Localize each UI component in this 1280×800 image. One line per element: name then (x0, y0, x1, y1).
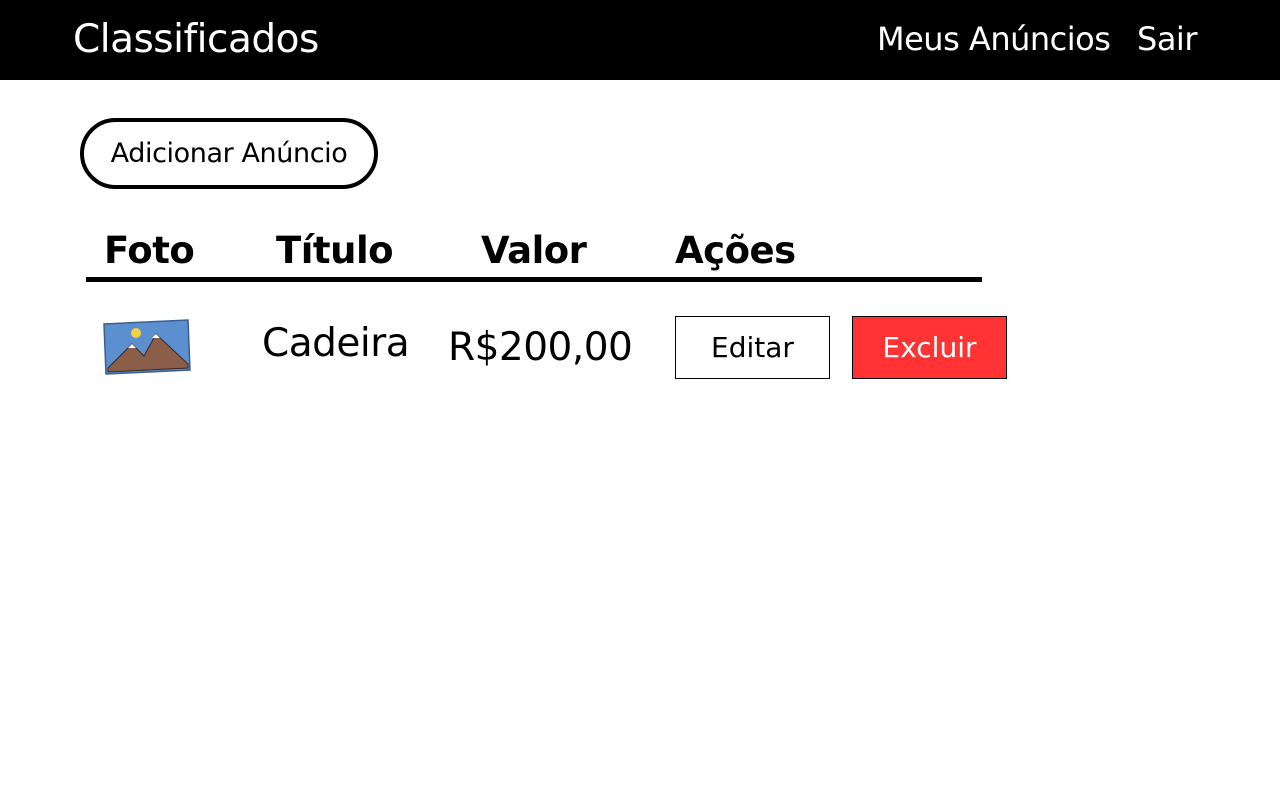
ad-title: Cadeira (262, 321, 410, 366)
edit-button[interactable]: Editar (675, 316, 830, 379)
top-navbar: Classificados Meus Anúncios Sair (0, 0, 1280, 80)
image-placeholder-icon (103, 319, 191, 375)
add-ad-button[interactable]: Adicionar Anúncio (80, 118, 378, 189)
column-header-actions: Ações (675, 229, 796, 272)
delete-button[interactable]: Excluir (852, 316, 1007, 379)
column-header-value: Valor (481, 229, 587, 272)
column-header-photo: Foto (104, 229, 195, 272)
brand-logo[interactable]: Classificados (73, 16, 319, 64)
header-divider (86, 277, 982, 282)
nav-link-my-ads[interactable]: Meus Anúncios (877, 18, 1111, 60)
nav-link-logout[interactable]: Sair (1137, 18, 1197, 60)
ad-value: R$200,00 (448, 325, 633, 370)
column-header-title: Título (276, 229, 394, 272)
